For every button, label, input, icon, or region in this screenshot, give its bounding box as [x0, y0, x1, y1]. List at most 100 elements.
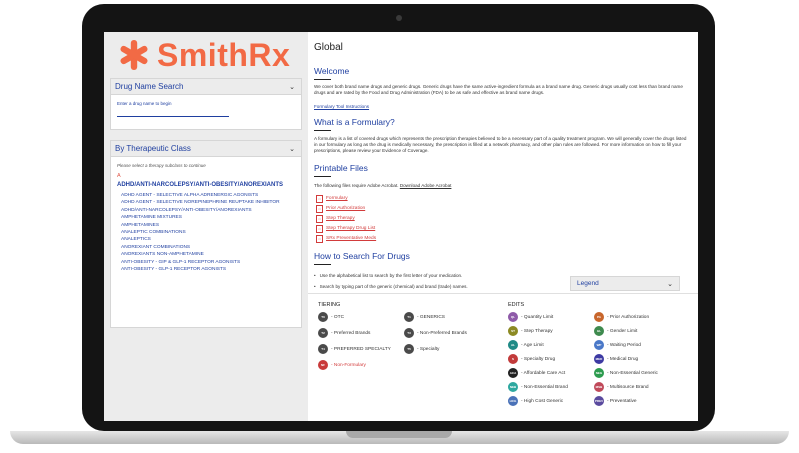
welcome-heading: Welcome — [314, 66, 350, 76]
pdf-icon: □ — [316, 195, 323, 203]
legend-badge: T4 — [318, 344, 328, 354]
file-link[interactable]: Step Therapy Drug List — [326, 224, 375, 234]
sidebar: SmithRx Drug Name Search ⌄ Enter a drug … — [104, 32, 308, 421]
file-link[interactable]: SRx Preventative Meds — [326, 234, 376, 244]
subclass-item[interactable]: AMPHETAMINE MIXTURES — [121, 214, 280, 221]
divider — [314, 176, 331, 177]
file-item[interactable]: □ Step Therapy — [316, 214, 376, 224]
file-item[interactable]: □ Prior Authorization — [316, 204, 376, 214]
therapeutic-class-header[interactable]: By Therapeutic Class ⌄ — [111, 141, 301, 157]
legend-item: PA - Prior Authorization — [594, 312, 649, 322]
legend-item: PREV - Preventative — [594, 396, 637, 406]
legend-badge: T2 — [318, 328, 328, 338]
chevron-down-icon[interactable]: ⌄ — [289, 145, 295, 153]
howto-item: Search by typing part of the generic (ch… — [314, 281, 468, 290]
legend-item: AL - Age Limit — [508, 340, 544, 350]
divider — [314, 130, 331, 131]
legend-title: Legend — [577, 280, 599, 287]
subclass-item[interactable]: ANOREXIANT COMBINATIONS — [121, 244, 280, 251]
legend-badge: AL — [508, 340, 518, 350]
legend-label: - Non-Essential Generic — [607, 370, 658, 376]
chevron-down-icon[interactable]: ⌄ — [289, 83, 295, 91]
legend-label: - GENERICS — [417, 314, 445, 320]
subclass-item[interactable]: ADHD/ANTI-NARCOLEPSY/ANTI-OBESITY/ANOREX… — [121, 207, 280, 214]
legend-item: NF - Non-Formulary — [318, 360, 366, 370]
smithrx-logo-icon — [120, 40, 148, 70]
drug-search-input[interactable] — [117, 116, 229, 117]
legend-label: - Multisource Brand — [607, 384, 649, 390]
printable-heading: Printable Files — [314, 163, 368, 173]
legend-item: T2- Preferred Brands — [318, 328, 370, 338]
legend-item: MSB - Multisource Brand — [594, 382, 649, 392]
formulary-text: A formulary is a list of covered drugs w… — [314, 136, 687, 153]
divider — [314, 79, 331, 80]
legend-toggle[interactable]: Legend ⌄ — [570, 276, 680, 291]
legend-item: T3- Non-Preferred Brands — [404, 328, 467, 338]
legend-label: - Medical Drug — [607, 356, 639, 362]
file-item[interactable]: □ Formulary — [316, 194, 376, 204]
legend-label: - Preventative — [607, 398, 637, 404]
howto-item: Use the alphabetical list to search by t… — [314, 270, 468, 281]
legend-item: T1- GENERICS — [404, 312, 445, 322]
legend-badge: NEB — [508, 382, 518, 392]
laptop-notch — [346, 431, 452, 438]
subclass-item[interactable]: ANOREXIANTS NON-AMPHETAMINE — [121, 251, 280, 258]
subclass-item[interactable]: ADHD AGENT - SELECTIVE NOREPINEPHRINE RE… — [121, 199, 280, 206]
subclass-item[interactable]: ANALEPTICS — [121, 236, 280, 243]
legend-label: - Step Therapy — [521, 328, 553, 334]
legend-label: - Non-Formulary — [331, 362, 366, 368]
legend-item: GL - Gender Limit — [594, 326, 637, 336]
alphabet-letter[interactable]: A — [117, 173, 121, 179]
legend-badge: T3 — [404, 328, 414, 338]
therapeutic-class-panel: By Therapeutic Class ⌄ Please select a t… — [110, 140, 302, 328]
legend-badge: WP — [594, 340, 604, 350]
legend-badge: PREV — [594, 396, 604, 406]
legend-item: T4- PREFERRED SPECIALTY — [318, 344, 391, 354]
subclass-list: ADHD AGENT - SELECTIVE ALPHA ADRENERGIC … — [121, 192, 280, 273]
drug-search-header[interactable]: Drug Name Search ⌄ — [111, 79, 301, 95]
drug-search-hint: Enter a drug name to begin — [117, 101, 172, 106]
drug-search-panel: Drug Name Search ⌄ Enter a drug name to … — [110, 78, 302, 130]
file-link[interactable]: Prior Authorization — [326, 204, 365, 214]
legend-label: - Gender Limit — [607, 328, 638, 334]
subclass-item[interactable]: ANTI-OBESITY - GIP & GLP-1 RECEPTOR AGON… — [121, 259, 280, 266]
file-link[interactable]: Formulary — [326, 194, 348, 204]
pdf-icon: □ — [316, 205, 323, 213]
subclass-item[interactable]: AMPHETAMINES — [121, 222, 280, 229]
legend-badge: T0 — [318, 312, 328, 322]
legend-item: T0- OTC — [318, 312, 344, 322]
therapeutic-instruction: Please select a therapy subclass to cont… — [117, 163, 206, 168]
legend-item: NEB - Non-Essential Brand — [508, 382, 568, 392]
legend-label: - OTC — [331, 314, 345, 320]
legend-panel: TIERING EDITS T0- OTC T1- GENERICS T2- Pre… — [308, 294, 698, 421]
download-acrobat-link[interactable]: Download Adobe Acrobat — [400, 183, 452, 188]
formulary-instructions-link[interactable]: Formulary Tool Instructions — [314, 104, 369, 109]
legend-item: ACA - Affordable Care Act — [508, 368, 565, 378]
legend-label: - Age Limit — [521, 342, 544, 348]
legend-label: - Waiting Period — [607, 342, 641, 348]
legend-badge: T5 — [404, 344, 414, 354]
file-link[interactable]: Step Therapy — [326, 214, 355, 224]
legend-badge: S — [508, 354, 518, 364]
content-scroll: Global Welcome We cover both brand name … — [308, 32, 698, 290]
tiering-label: TIERING — [318, 302, 341, 308]
legend-badge: ST — [508, 326, 518, 336]
subclass-item[interactable]: ANTI-OBESITY - GLP-1 RECEPTOR AGONISTS — [121, 266, 280, 273]
subclass-item[interactable]: ADHD AGENT - SELECTIVE ALPHA ADRENERGIC … — [121, 192, 280, 199]
legend-badge: QL — [508, 312, 518, 322]
chevron-down-icon[interactable]: ⌄ — [667, 280, 673, 288]
legend-item: ST - Step Therapy — [508, 326, 553, 336]
main-content: Global Welcome We cover both brand name … — [308, 32, 698, 421]
class-heading[interactable]: ADHD/ANTI-NARCOLEPSY/ANTI-OBESITY/ANOREX… — [117, 182, 283, 188]
therapeutic-class-title: By Therapeutic Class — [115, 144, 191, 153]
subclass-item[interactable]: ANALEPTIC COMBINATIONS — [121, 229, 280, 236]
file-item[interactable]: □ SRx Preventative Meds — [316, 234, 376, 244]
legend-badge: PA — [594, 312, 604, 322]
legend-item: WP - Waiting Period — [594, 340, 641, 350]
legend-label: - Prior Authorization — [607, 314, 650, 320]
page-title: Global — [314, 42, 343, 53]
pdf-icon: □ — [316, 225, 323, 233]
legend-label: - Non-Essential Brand — [521, 384, 568, 390]
legend-item: QL - Quantity Limit — [508, 312, 553, 322]
file-item[interactable]: □ Step Therapy Drug List — [316, 224, 376, 234]
